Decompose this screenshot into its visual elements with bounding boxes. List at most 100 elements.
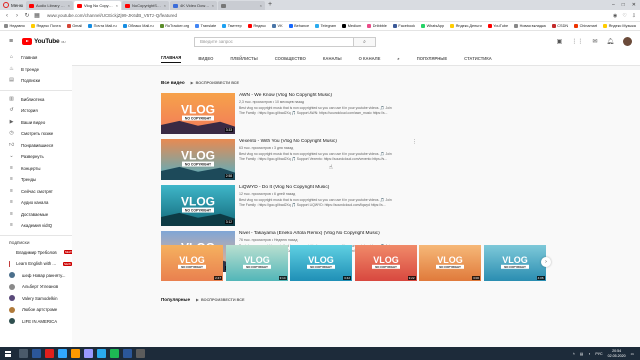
tab-close-icon[interactable]: × bbox=[164, 3, 166, 8]
tray-arrow-icon[interactable]: ˄ bbox=[573, 352, 575, 356]
keyboard-language[interactable]: РУС bbox=[595, 352, 602, 356]
close-icon[interactable]: ✕ bbox=[632, 2, 636, 8]
sidebar-item[interactable]: ▥ Библиотека bbox=[0, 94, 72, 106]
bookmark-item[interactable]: Gmail bbox=[66, 24, 82, 28]
search-input[interactable]: Введите запрос bbox=[194, 37, 354, 47]
tab-close-icon[interactable]: × bbox=[260, 3, 262, 8]
browser-tab[interactable]: NoCopyrightSounds - YouT...× bbox=[122, 1, 169, 10]
reload-icon[interactable]: ↻ bbox=[24, 12, 30, 19]
popular-video-card[interactable]: VLOG NO COPYRIGHT 3:22 bbox=[354, 245, 417, 281]
subscription-item[interactable]: Valery Samodelkin bbox=[0, 293, 72, 305]
play-all-button[interactable]: ▶ ВОСПРОИЗВЕСТИ ВСЕ bbox=[191, 80, 239, 86]
popular-video-card[interactable]: VLOG NO COPYRIGHT 3:14 bbox=[225, 245, 288, 281]
music-taskbar-icon[interactable] bbox=[110, 349, 119, 358]
bookmark-item[interactable]: Почта Mail.ru bbox=[88, 24, 117, 28]
video-thumbnail[interactable]: VLOG NO COPYRIGHT 2:58 bbox=[161, 139, 235, 180]
sidebar-item[interactable]: ≡ Сейчас смотрят bbox=[0, 186, 72, 198]
forward-icon[interactable]: › bbox=[14, 13, 20, 19]
channel-tab[interactable]: ГЛАВНАЯ bbox=[161, 55, 182, 63]
bookmark-heart-icon[interactable]: ♡ bbox=[622, 13, 626, 19]
channel-tab[interactable]: О КАНАЛЕ bbox=[359, 56, 381, 61]
sidebar-item[interactable]: ↺ История bbox=[0, 105, 72, 117]
bookmark-item[interactable]: Новая вкладка bbox=[514, 24, 546, 28]
bookmark-item[interactable]: Behance bbox=[288, 24, 309, 28]
subscription-item[interactable]: Владимир Треболов NEW bbox=[0, 247, 72, 259]
sidebar-item[interactable]: ≡ Аудио канала bbox=[0, 197, 72, 209]
browser-tab[interactable]: Audio Library - No Copyri...× bbox=[26, 1, 73, 10]
sidebar-item[interactable]: ⌂ Главная bbox=[0, 52, 72, 64]
messages-icon[interactable]: ✉ bbox=[592, 38, 597, 45]
channel-tab[interactable]: ПОПУЛЯРНЫЕ bbox=[417, 56, 447, 61]
channel-tab[interactable]: ВИДЕО bbox=[198, 56, 213, 61]
speed-dial-icon[interactable]: ▦ bbox=[34, 12, 40, 19]
bookmark-item[interactable]: Translate bbox=[195, 24, 216, 28]
subscription-item[interactable]: Learn English with ... NEW bbox=[0, 258, 72, 270]
download-icon[interactable]: ⇩ bbox=[632, 13, 636, 19]
sidebar-item[interactable]: ♨ В тренде bbox=[0, 64, 72, 76]
browser-tab[interactable]: × bbox=[218, 1, 265, 10]
maximize-icon[interactable]: □ bbox=[622, 2, 625, 8]
channel-tab[interactable]: СТАТИСТИКА bbox=[464, 56, 492, 61]
bookmark-item[interactable]: CSDN bbox=[551, 24, 568, 28]
video-row[interactable]: VLOG NO COPYRIGHT 3:33 AWN - We Know (Vlog … bbox=[161, 93, 421, 135]
telegram-taskbar-icon[interactable] bbox=[97, 349, 106, 358]
bookmark-item[interactable]: Telegram bbox=[315, 24, 336, 28]
bookmark-item[interactable]: Яндекс bbox=[247, 24, 266, 28]
subscription-item[interactable]: LIFE IN AMERICA bbox=[0, 316, 72, 328]
bookmark-item[interactable]: Облако Mail.ru bbox=[122, 24, 154, 28]
sidebar-item[interactable]: ≡ Тренды bbox=[0, 174, 72, 186]
bookmark-item[interactable]: Недавно bbox=[4, 24, 25, 28]
channel-tab[interactable]: СООБЩЕСТВО bbox=[275, 56, 306, 61]
search-button[interactable]: ⌕ bbox=[354, 37, 376, 47]
popular-video-card[interactable]: VLOG NO COPYRIGHT 3:42 bbox=[290, 245, 352, 281]
bookmark-item[interactable]: WhatsApp bbox=[421, 24, 444, 28]
video-title[interactable]: AWN - We Know (Vlog No Copyright Music) bbox=[239, 93, 421, 98]
sidebar-item[interactable]: 👍︎ Понравившиеся bbox=[0, 140, 72, 152]
back-icon[interactable]: ‹ bbox=[4, 13, 10, 19]
bookmark-item[interactable]: RuTracker.org bbox=[159, 24, 189, 28]
video-row[interactable]: VLOG NO COPYRIGHT 2:58 Vexento - With You (… bbox=[161, 139, 421, 181]
search-taskbar-icon[interactable] bbox=[19, 349, 28, 358]
sidebar-item[interactable]: ▤ Подписки bbox=[0, 75, 72, 87]
video-thumbnail[interactable]: VLOG NO COPYRIGHT 3:33 bbox=[161, 93, 235, 134]
sidebar-item[interactable]: ≡ Доставаемые bbox=[0, 209, 72, 221]
more-actions-icon[interactable]: ⋮ bbox=[412, 139, 417, 145]
word-taskbar-icon[interactable] bbox=[123, 349, 132, 358]
bookmark-item[interactable]: Dribbble bbox=[367, 24, 387, 28]
illustrator-taskbar-icon[interactable] bbox=[71, 349, 80, 358]
bookmark-item[interactable]: VK bbox=[272, 24, 283, 28]
all-videos-title[interactable]: Все видео bbox=[161, 80, 185, 85]
bookmark-item[interactable]: YouTube bbox=[487, 24, 508, 28]
popular-video-card[interactable]: VLOG NO COPYRIGHT 4:06 bbox=[483, 245, 546, 281]
explorer-taskbar-icon[interactable] bbox=[32, 349, 41, 358]
video-title[interactable]: Nivel - Takayama (Eneko Artola Remix) (V… bbox=[239, 231, 421, 236]
bookmark-item[interactable]: Яндекс Музыка bbox=[603, 24, 636, 28]
guide-menu-icon[interactable]: ≡ bbox=[0, 38, 22, 45]
sidebar-item[interactable]: ≡ Концерты bbox=[0, 163, 72, 175]
notification-center-icon[interactable]: ▭ bbox=[631, 352, 634, 356]
bookmark-item[interactable]: Яндекс Почта bbox=[30, 24, 61, 28]
tab-close-icon[interactable]: × bbox=[212, 3, 214, 8]
address-input[interactable]: www.youtube.com/channel/UCEickjZj99-JK6d… bbox=[44, 11, 609, 20]
channel-tab[interactable]: ПЛЕЙЛИСТЫ bbox=[230, 56, 257, 61]
tab-close-icon[interactable]: × bbox=[116, 3, 118, 8]
video-thumbnail[interactable]: VLOG NO COPYRIGHT 3:12 bbox=[161, 185, 235, 226]
start-button[interactable] bbox=[0, 347, 16, 360]
camera-icon[interactable]: ◉ bbox=[613, 13, 617, 19]
bookmark-item[interactable]: Яндекс.Деньги bbox=[450, 24, 482, 28]
bookmark-item[interactable]: Твиттер bbox=[222, 24, 242, 28]
sidebar-item[interactable]: ▶ Ваши видео bbox=[0, 117, 72, 129]
popular-video-card[interactable]: VLOG NO COPYRIGHT 2:47 bbox=[161, 245, 223, 281]
video-row[interactable]: VLOG NO COPYRIGHT 3:12 LiQWYD - Do It (Vlog… bbox=[161, 185, 421, 227]
volume-icon[interactable]: ◖ bbox=[588, 352, 590, 356]
next-arrow-icon[interactable]: › bbox=[541, 257, 551, 267]
account-avatar[interactable] bbox=[623, 37, 632, 46]
popular-video-card[interactable]: VLOG NO COPYRIGHT 3:00 bbox=[419, 245, 481, 281]
popular-title[interactable]: Популярные bbox=[161, 297, 190, 302]
subscription-item[interactable]: шеф Новар ранняту... bbox=[0, 270, 72, 282]
network-icon[interactable]: ▤ bbox=[580, 352, 583, 356]
youtube-logo[interactable]: YouTube RU bbox=[22, 38, 66, 45]
new-tab-button[interactable]: + bbox=[266, 1, 274, 10]
tab-close-icon[interactable]: × bbox=[68, 3, 70, 8]
subscription-item[interactable]: Любое артстроме bbox=[0, 304, 72, 316]
